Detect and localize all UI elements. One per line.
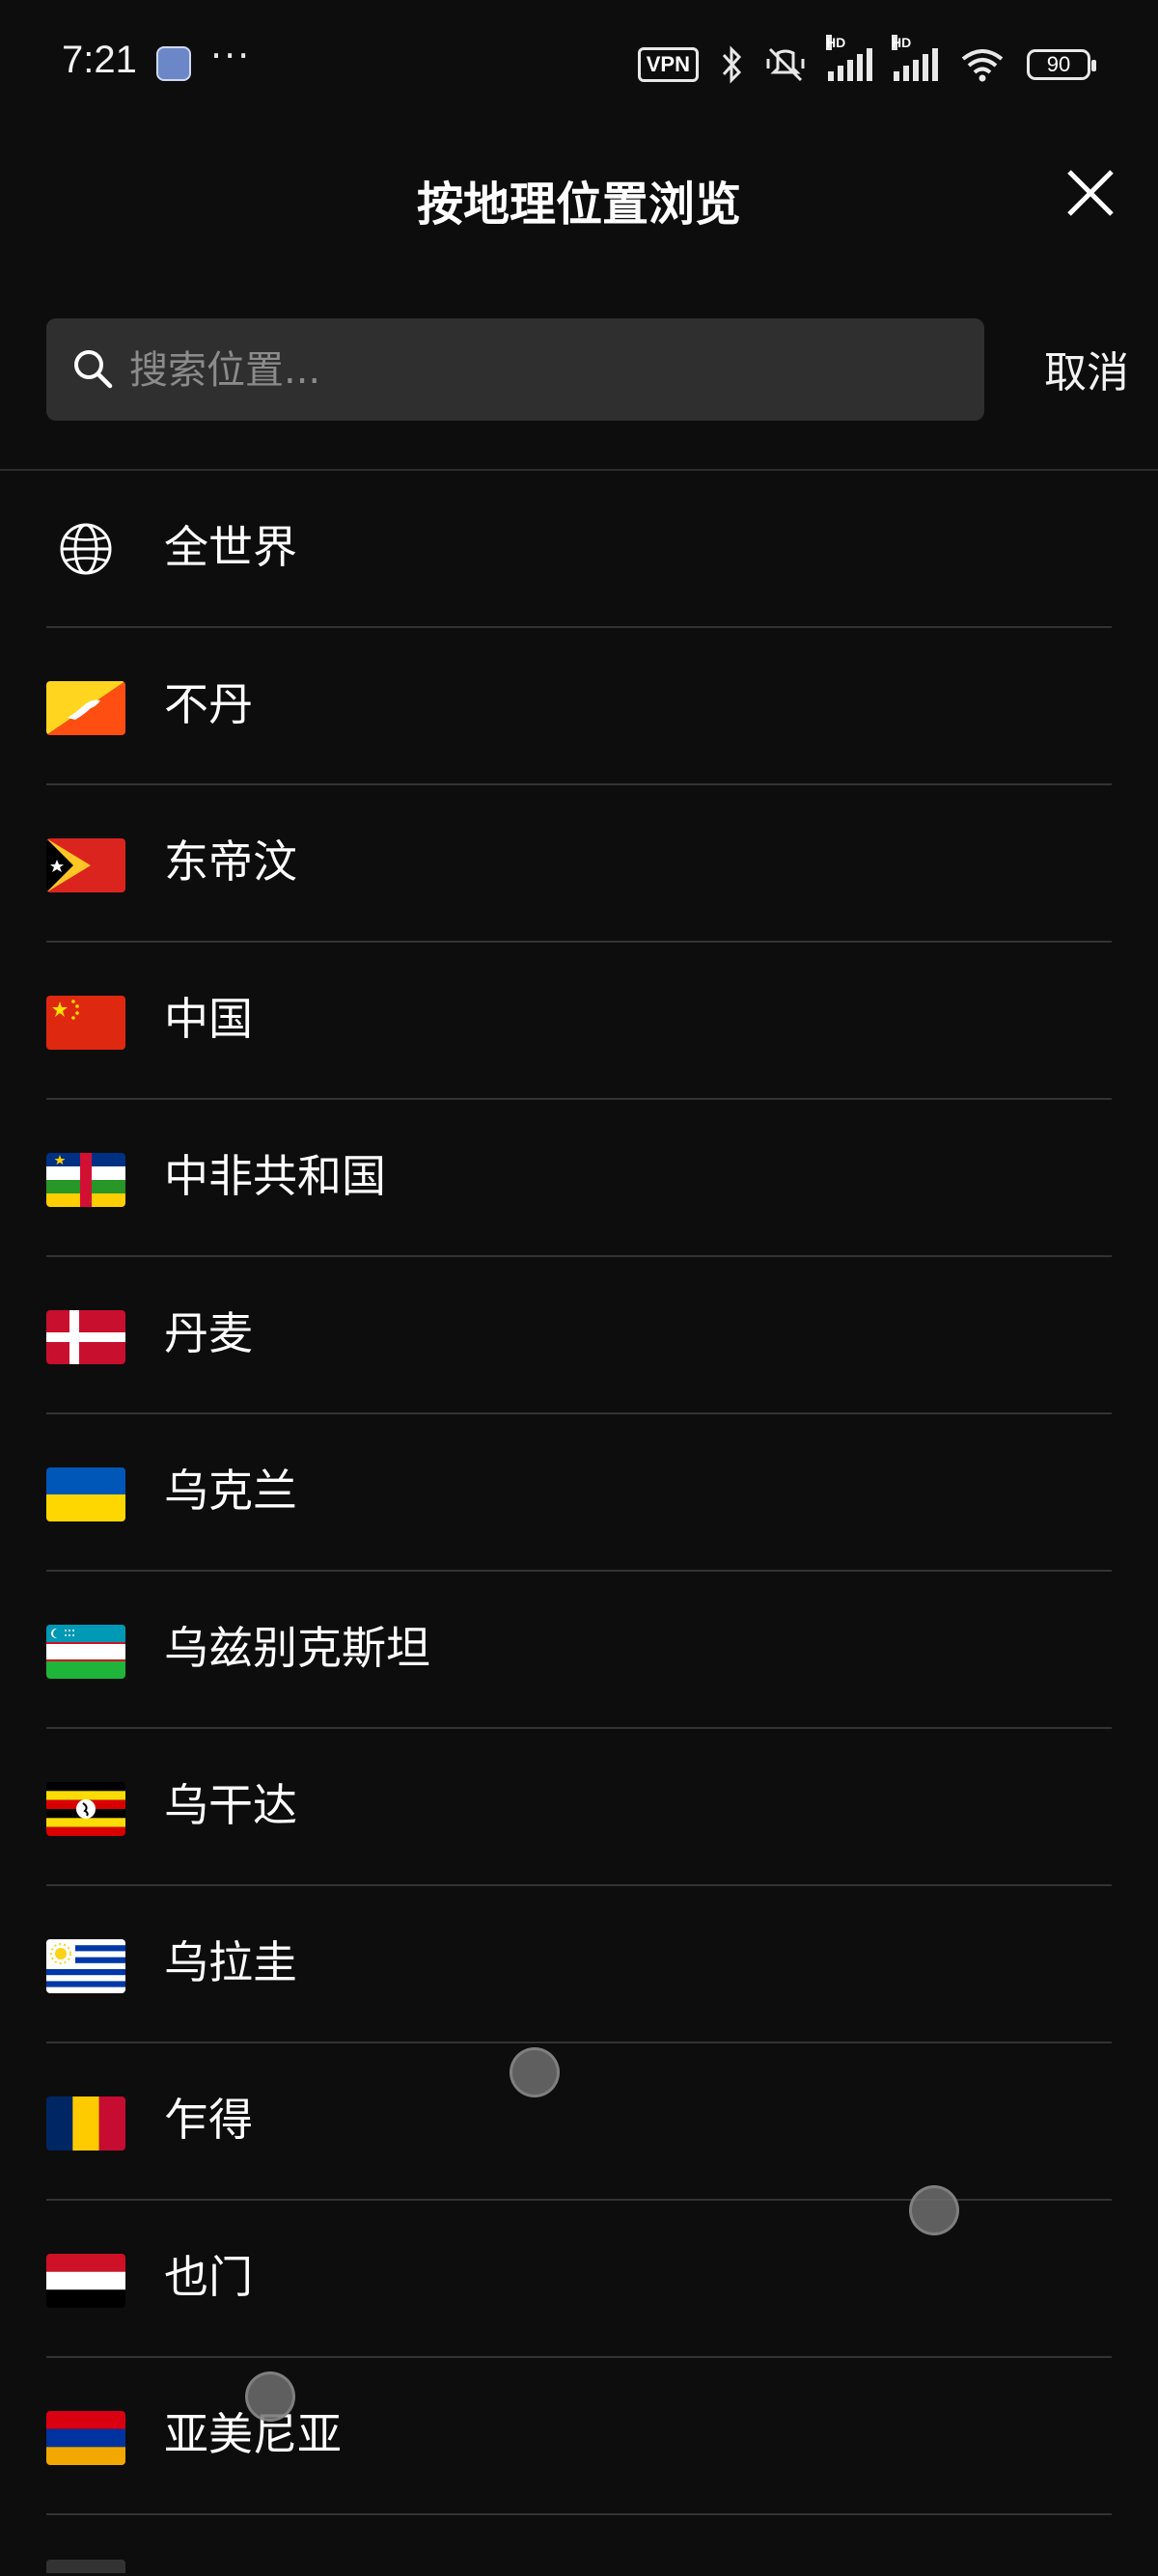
central-african-republic-flag-icon	[46, 1153, 125, 1207]
news-app-icon	[156, 46, 191, 81]
location-item-central-african-republic[interactable]: 中非共和国	[46, 1100, 1112, 1257]
location-label: 中国	[164, 993, 253, 1045]
hd-label: HD	[892, 35, 912, 50]
hd-label: HD	[826, 35, 846, 50]
battery-icon: 90	[1027, 49, 1096, 80]
location-item-uruguay[interactable]: 乌拉圭	[46, 1886, 1112, 2043]
yemen-flag-icon	[46, 2254, 125, 2308]
status-time: 7:21	[62, 39, 137, 81]
search-icon	[74, 350, 113, 389]
touch-indicator	[909, 2185, 959, 2235]
touch-indicator	[510, 2047, 560, 2097]
location-label: 乍得	[164, 2094, 253, 2146]
bluetooth-icon	[722, 45, 742, 84]
location-item-timor-leste[interactable]: 东帝汶	[46, 785, 1112, 943]
location-item-bhutan[interactable]: 不丹	[46, 628, 1112, 785]
location-item-china[interactable]: 中国	[46, 943, 1112, 1100]
location-label: 乌干达	[164, 1779, 297, 1831]
touch-indicator	[245, 2371, 295, 2422]
search-bar[interactable]	[46, 318, 984, 423]
uganda-flag-icon	[46, 1782, 125, 1836]
location-label: 全世界	[164, 521, 297, 573]
location-label: 丹麦	[164, 1307, 253, 1359]
cellular-signal-icon-1: HD	[826, 35, 872, 81]
location-item-uzbekistan[interactable]: 乌兹别克斯坦	[46, 1572, 1112, 1729]
uruguay-flag-icon	[46, 1939, 125, 1993]
status-bar: 7:21 ··· VPN HD HD 90	[0, 0, 1158, 125]
location-label: 乌克兰	[164, 1465, 297, 1517]
cellular-signal-icon-2: HD	[892, 35, 938, 81]
more-notifications-icon: ···	[210, 35, 252, 77]
location-label: 也门	[164, 2251, 253, 2303]
location-label: 乌拉圭	[164, 1936, 297, 1988]
bhutan-flag-icon	[46, 681, 125, 735]
search-input[interactable]	[127, 318, 961, 423]
location-item-world[interactable]: 全世界	[46, 471, 1112, 628]
location-item-uganda[interactable]: 乌干达	[46, 1729, 1112, 1886]
armenia-flag-icon	[46, 2411, 125, 2465]
globe-icon	[60, 523, 112, 575]
vpn-icon: VPN	[637, 47, 699, 82]
location-label: 东帝汶	[164, 836, 297, 888]
location-item-partial[interactable]	[46, 2515, 1112, 2573]
location-item-ukraine[interactable]: 乌克兰	[46, 1414, 1112, 1572]
denmark-flag-icon	[46, 1310, 125, 1364]
partial-flag-icon	[46, 2560, 125, 2573]
location-item-chad[interactable]: 乍得	[46, 2043, 1112, 2201]
timor-leste-flag-icon	[46, 838, 125, 892]
location-label: 不丹	[164, 678, 253, 730]
china-flag-icon	[46, 996, 125, 1050]
location-list: 全世界 不丹 东帝汶 中国 中非共和国 丹麦 乌克兰 乌兹别克斯坦 乌干达 乌拉…	[46, 471, 1112, 2573]
cancel-button[interactable]: 取消	[1013, 338, 1129, 399]
location-item-denmark[interactable]: 丹麦	[46, 1257, 1112, 1414]
location-label: 乌兹别克斯坦	[164, 1622, 430, 1674]
ukraine-flag-icon	[46, 1467, 125, 1521]
mute-icon	[766, 47, 805, 82]
uzbekistan-flag-icon	[46, 1625, 125, 1679]
chad-flag-icon	[46, 2096, 125, 2151]
wifi-icon	[961, 49, 1004, 82]
location-label: 中非共和国	[164, 1150, 386, 1202]
close-icon[interactable]	[1062, 164, 1119, 222]
location-item-armenia[interactable]: 亚美尼亚	[46, 2358, 1112, 2515]
page-title: 按地理位置浏览	[416, 178, 741, 232]
